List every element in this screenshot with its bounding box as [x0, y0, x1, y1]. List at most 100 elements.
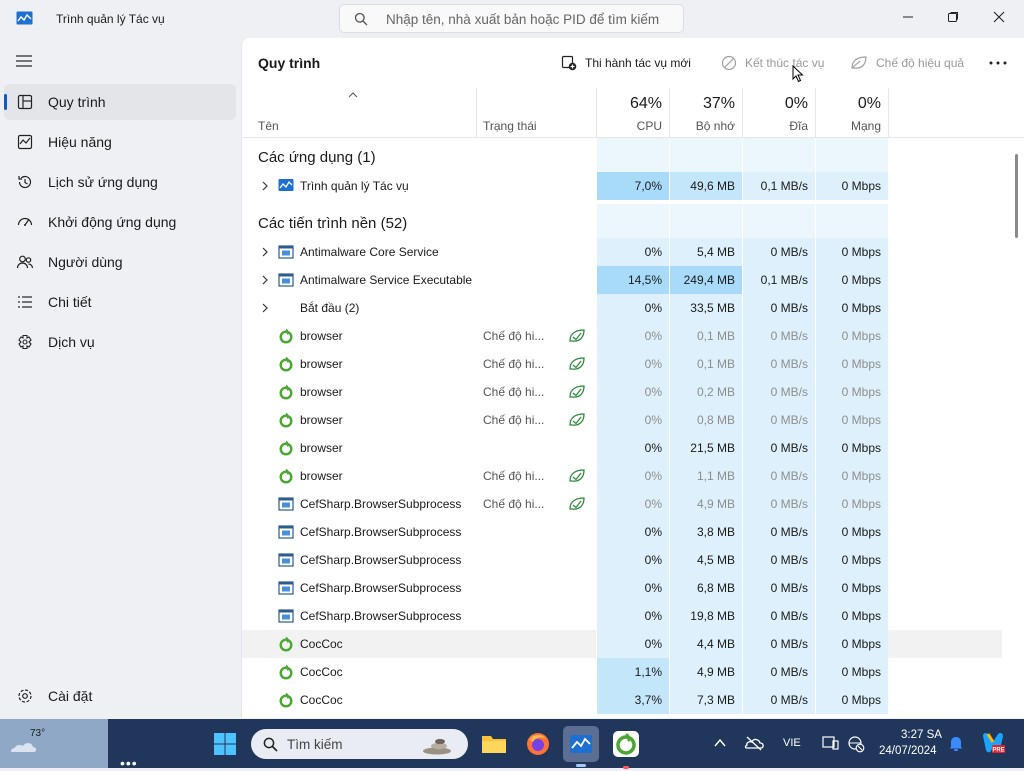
process-cpu-value: 0% [596, 406, 669, 434]
expand-chevron-icon[interactable] [261, 181, 269, 191]
column-cpu[interactable]: 64% CPU [596, 88, 670, 137]
show-hidden-icons-chevron-icon[interactable] [713, 736, 727, 750]
run-new-task-button[interactable]: Thi hành tác vụ mới [561, 52, 691, 74]
process-memory-value: 4,9 MB [669, 658, 742, 686]
column-memory[interactable]: 37% Bộ nhớ [669, 88, 743, 137]
nav-item-app-history[interactable]: Lịch sử ứng dụng [4, 164, 236, 200]
process-row[interactable]: browser Chế độ hi... 0% 1,1 MB 0 MB/s 0 Mbps [242, 462, 1002, 490]
process-name: browser [300, 441, 343, 455]
process-row[interactable]: CefSharp.BrowserSubprocess 0% 6,8 MB 0 MB/s… [242, 574, 1002, 602]
nav-item-details[interactable]: Chi tiết [4, 284, 236, 320]
process-row[interactable]: browser Chế độ hi... 0% 0,1 MB 0 MB/s 0 Mbps [242, 322, 1002, 350]
column-status[interactable]: Trạng thái [476, 88, 597, 137]
coccoc-taskbar-icon[interactable] [608, 726, 644, 769]
task-manager-taskbar-icon[interactable] [563, 726, 599, 767]
network-disconnected-icon[interactable] [847, 735, 865, 753]
group-label: Các tiến trình nền (52) [258, 215, 408, 232]
weather-widget[interactable]: 73° [0, 719, 108, 768]
onedrive-offline-icon[interactable] [744, 735, 764, 751]
nav-label: Người dùng [48, 254, 123, 270]
process-disk-value: 0,1 MB/s [742, 266, 815, 294]
process-row[interactable]: browser Chế độ hi... 0% 0,1 MB 0 MB/s 0 Mbps [242, 350, 1002, 378]
process-name: Bắt đầu (2) [300, 301, 360, 315]
process-name: Trình quản lý Tác vụ [300, 179, 409, 193]
column-filler [596, 138, 669, 172]
process-disk-value: 0 MB/s [742, 378, 815, 406]
firefox-icon[interactable] [520, 726, 556, 762]
nav-item-processes[interactable]: Quy trình [4, 84, 236, 120]
coccoc-process-icon [278, 440, 294, 456]
process-network-value: 0 Mbps [815, 686, 888, 714]
mouse-cursor-icon [792, 65, 804, 83]
process-row[interactable]: CocCoc 0% 4,4 MB 0 MB/s 0 Mbps [242, 630, 1002, 658]
column-disk[interactable]: 0% Đĩa [742, 88, 816, 137]
process-name: browser [300, 385, 343, 399]
nav-item-services[interactable]: Dịch vụ [4, 324, 236, 360]
process-row[interactable]: CefSharp.BrowserSubprocess 0% 3,8 MB 0 MB/s… [242, 518, 1002, 546]
efficiency-mode-button[interactable]: Chế độ hiệu quả [850, 52, 964, 74]
process-cpu-value: 0% [596, 350, 669, 378]
expand-chevron-icon[interactable] [261, 303, 269, 313]
process-memory-value: 5,4 MB [669, 238, 742, 266]
process-row[interactable]: Bắt đầu (2) 0% 33,5 MB 0 MB/s 0 Mbps [242, 294, 1002, 322]
expand-chevron-icon[interactable] [261, 247, 269, 257]
hamburger-menu-icon[interactable] [14, 53, 36, 69]
nav-label: Lịch sử ứng dụng [48, 174, 158, 190]
column-name[interactable]: Tên [242, 88, 477, 137]
process-row[interactable]: CefSharp.BrowserSubprocess 0% 19,8 MB 0 MB/… [242, 602, 1002, 630]
page-title: Quy trình [258, 55, 321, 71]
process-disk-value: 0 MB/s [742, 630, 815, 658]
clock-time[interactable]: 3:27 SA [901, 729, 942, 741]
process-row[interactable]: browser 0% 21,5 MB 0 MB/s 0 Mbps [242, 434, 1002, 462]
process-status: Chế độ hi... [483, 385, 545, 399]
coccoc-process-icon [278, 356, 294, 372]
disk-total: 0% [784, 95, 808, 112]
nav-item-startup-apps[interactable]: Khởi động ứng dụng [4, 204, 236, 240]
title-bar: Trình quản lý Tác vụ Nhập tên, nhà xuất … [0, 0, 1024, 38]
windows-start-icon[interactable] [213, 732, 237, 756]
process-row[interactable]: CocCoc 1,1% 4,9 MB 0 MB/s 0 Mbps [242, 658, 1002, 686]
process-row[interactable]: CefSharp.BrowserSubprocess 0% 4,5 MB 0 MB/s… [242, 546, 1002, 574]
device-icon[interactable] [821, 735, 839, 751]
process-row[interactable]: browser Chế độ hi... 0% 0,2 MB 0 MB/s 0 Mbps [242, 378, 1002, 406]
column-filler [815, 138, 888, 172]
taskbar-search[interactable]: Tìm kiếm [251, 729, 468, 759]
close-button[interactable] [976, 2, 1022, 32]
column-network[interactable]: 0% Mạng [815, 88, 889, 137]
vertical-scrollbar[interactable] [1015, 154, 1018, 238]
expand-chevron-icon[interactable] [261, 275, 269, 285]
input-language[interactable]: VIE [783, 737, 801, 749]
process-cpu-value: 14,5% [596, 266, 669, 294]
clock-date[interactable]: 24/07/2024 [879, 745, 937, 757]
nav-item-users[interactable]: Người dùng [4, 244, 236, 280]
process-status: Chế độ hi... [483, 413, 545, 427]
process-disk-value: 0 MB/s [742, 686, 815, 714]
process-cpu-value: 0% [596, 630, 669, 658]
nav-item-settings[interactable]: Cài đặt [4, 678, 236, 714]
file-explorer-icon[interactable] [476, 726, 512, 762]
widget-more-icon[interactable]: ••• [120, 755, 138, 771]
process-row[interactable]: CefSharp.BrowserSubprocess Chế độ hi... 0%… [242, 490, 1002, 518]
column-status-label: Trạng thái [483, 119, 537, 133]
coccoc-process-icon [278, 692, 294, 708]
more-options-icon[interactable] [986, 52, 1010, 74]
process-disk-value: 0 MB/s [742, 658, 815, 686]
nav-label: Hiệu năng [48, 134, 112, 150]
service-process-icon [278, 272, 294, 288]
minimize-button[interactable] [885, 2, 931, 32]
processes-panel: Quy trình Thi hành tác vụ mới Kết thúc t… [241, 38, 1024, 718]
end-task-button[interactable]: Kết thúc tác vụ [721, 52, 824, 74]
notification-bell-icon[interactable] [948, 734, 964, 752]
maximize-button[interactable] [930, 2, 976, 32]
search-box[interactable]: Nhập tên, nhà xuất bản hoặc PID để tìm k… [339, 4, 684, 33]
process-name: CefSharp.BrowserSubprocess [300, 609, 462, 623]
nav-item-performance[interactable]: Hiệu năng [4, 124, 236, 160]
nav-label: Quy trình [48, 94, 106, 110]
process-row[interactable]: browser Chế độ hi... 0% 0,8 MB 0 MB/s 0 Mbps [242, 406, 1002, 434]
process-row[interactable]: Antimalware Core Service 0% 5,4 MB 0 MB/s 0 … [242, 238, 1002, 266]
process-row[interactable]: Antimalware Service Executable 14,5% 249,4… [242, 266, 1002, 294]
process-row[interactable]: CocCoc 3,7% 7,3 MB 0 MB/s 0 Mbps [242, 686, 1002, 714]
copilot-pre-icon[interactable]: PRE [980, 730, 1006, 756]
process-row[interactable]: Trình quản lý Tác vụ 7,0% 49,6 MB 0,1 MB/s 0… [242, 172, 1002, 200]
coccoc-process-icon [278, 664, 294, 680]
